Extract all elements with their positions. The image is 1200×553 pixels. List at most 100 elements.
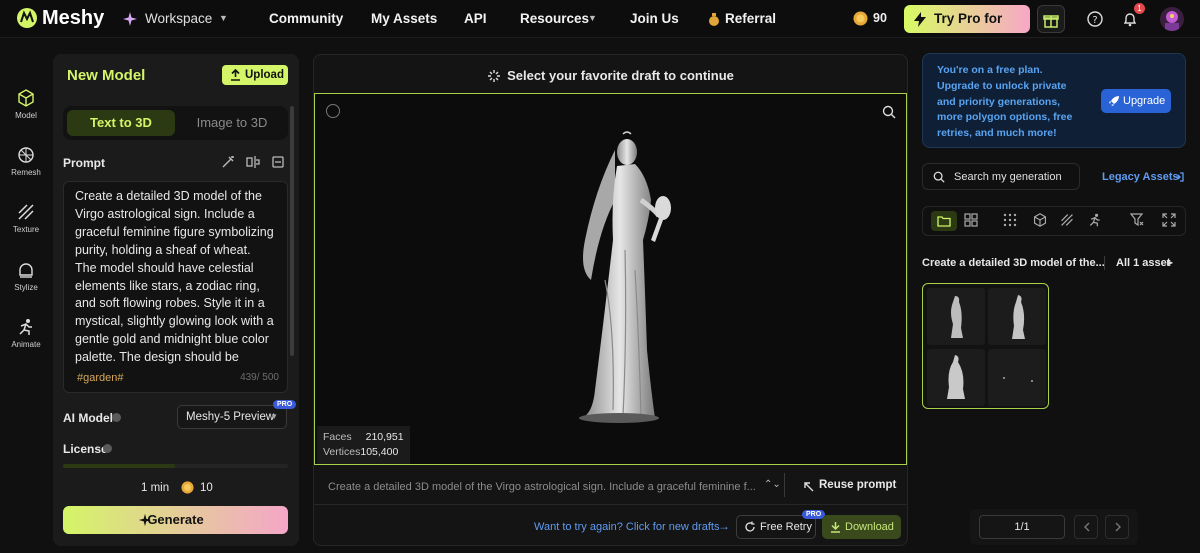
info-icon[interactable] (103, 444, 112, 453)
chevron-down-icon: ▼ (270, 412, 278, 421)
page-indicator[interactable]: 1/1 (979, 515, 1065, 539)
draft-thumbnails[interactable] (922, 283, 1049, 409)
draft-viewer-panel: Select your favorite draft to continue F… (313, 54, 908, 546)
animate-icon[interactable] (1088, 213, 1106, 231)
workspace-sparkle-icon (122, 11, 138, 27)
texture-icon[interactable] (1060, 213, 1078, 231)
draft-thumbnail[interactable] (927, 349, 985, 406)
nav-referral[interactable]: Referral (725, 11, 776, 26)
license-label: License (63, 442, 108, 456)
app-name[interactable]: Meshy (42, 7, 104, 30)
select-draft-hint: Select your favorite draft to continue (314, 68, 907, 83)
generation-cost: 10 (200, 482, 213, 494)
divider (784, 473, 785, 497)
upload-label: Upload (245, 69, 284, 81)
divider (1104, 256, 1105, 270)
next-page-button[interactable] (1105, 515, 1129, 539)
model-viewport[interactable]: Faces 210,951 Vertices105,400 (314, 93, 907, 465)
prompt-hashtag[interactable]: #garden# (77, 372, 124, 384)
try-pro-button[interactable]: Try Pro for Free (904, 5, 1030, 54)
pagination: 1/1 (970, 509, 1138, 545)
split-view-icon[interactable] (246, 155, 260, 169)
download-label: Download (845, 521, 894, 533)
nav-resources[interactable]: Resources (520, 11, 589, 26)
credits-count[interactable]: 90 (873, 11, 887, 25)
mode-tabs: Text to 3D Image to 3D (63, 106, 288, 140)
help-icon[interactable]: ? (1081, 5, 1109, 33)
rail-remesh[interactable]: Remesh (0, 146, 52, 177)
rail-animate[interactable]: Animate (0, 318, 52, 349)
upload-button[interactable]: Upload (222, 65, 288, 85)
search-input[interactable]: Search my generation (922, 163, 1080, 190)
asset-count[interactable]: All 1 asset (1116, 257, 1170, 269)
rail-model[interactable]: Model (0, 89, 52, 120)
nav-api[interactable]: API (464, 11, 487, 26)
prompt-textarea[interactable]: Create a detailed 3D model of the Virgo … (63, 181, 288, 393)
credit-coin-icon (853, 11, 868, 26)
select-draft-radio[interactable] (326, 104, 340, 118)
panel-scrollbar[interactable] (290, 106, 294, 356)
upgrade-button[interactable]: Upgrade (1101, 89, 1171, 113)
gift-icon[interactable] (1037, 5, 1065, 33)
rocket-icon (1109, 96, 1119, 106)
arrow-right-icon[interactable]: → (718, 519, 730, 533)
generation-title[interactable]: Create a detailed 3D model of the... (922, 257, 1105, 269)
rail-stylize[interactable]: Stylize (0, 261, 52, 292)
top-nav: Meshy Workspace ▼ Community My Assets AP… (0, 0, 1200, 54)
folder-icon[interactable] (931, 211, 957, 231)
generate-button[interactable]: Generate (63, 506, 288, 534)
grid-icon[interactable] (964, 213, 982, 231)
ai-model-label: AI Model (63, 411, 113, 425)
prompt-text[interactable]: Create a detailed 3D model of the Virgo … (75, 188, 275, 366)
magic-wand-icon[interactable] (221, 155, 235, 169)
sparkle-icon (138, 513, 152, 527)
license-options[interactable] (63, 464, 288, 468)
legacy-assets-link[interactable]: Legacy Assets (1102, 171, 1179, 183)
lightning-icon (914, 12, 926, 27)
nav-community[interactable]: Community (269, 11, 343, 26)
tab-image-to-3d[interactable]: Image to 3D (180, 110, 284, 136)
rail-label: Animate (11, 340, 41, 349)
avatar[interactable] (1160, 7, 1184, 31)
exit-arrow-icon[interactable] (1173, 171, 1185, 183)
new-model-panel: New Model Upload Text to 3D Image to 3D … (53, 54, 299, 546)
draft-thumbnail[interactable] (927, 288, 985, 345)
try-pro-label: Try Pro for Free (934, 11, 1003, 54)
generation-time: 1 min (141, 482, 170, 494)
reuse-prompt-button[interactable]: Reuse prompt (819, 479, 896, 491)
prompt-label: Prompt (63, 156, 105, 170)
retry-icon (745, 521, 755, 532)
fullscreen-icon[interactable] (1162, 213, 1180, 231)
rail-label: Remesh (11, 168, 41, 177)
download-button[interactable]: Download (822, 515, 901, 539)
faces-label: Faces (323, 431, 352, 443)
vertices-value: 105,400 (360, 446, 399, 458)
dots-grid-icon[interactable] (1003, 213, 1021, 231)
draft-thumbnail[interactable] (988, 349, 1046, 406)
zoom-icon[interactable] (882, 105, 896, 119)
pro-badge: PRO (273, 400, 297, 409)
chevron-right-icon[interactable]: ▶ (1167, 258, 1173, 267)
arrow-up-left-icon (804, 482, 814, 492)
chevron-down-icon[interactable]: ▼ (219, 13, 228, 23)
tab-text-to-3d[interactable]: Text to 3D (67, 110, 175, 136)
texture-icon (18, 204, 34, 220)
notes-icon[interactable] (271, 155, 285, 169)
faces-value: 210,951 (365, 431, 404, 443)
try-again-link[interactable]: Want to try again? Click for new drafts (534, 521, 719, 533)
meshy-logo-icon[interactable] (16, 7, 38, 29)
nav-workspace[interactable]: Workspace (145, 11, 212, 26)
generate-label: Generate (147, 512, 204, 527)
info-icon[interactable] (112, 413, 121, 422)
nav-my-assets[interactable]: My Assets (371, 11, 437, 26)
nav-join-us[interactable]: Join Us (630, 11, 679, 26)
ai-model-select[interactable]: Meshy-5 Preview ▼ (177, 405, 287, 429)
chevron-down-icon[interactable]: ▼ (588, 13, 597, 23)
cube-icon[interactable] (1033, 213, 1051, 231)
cube-icon (18, 89, 34, 107)
expand-chevron-icon[interactable]: ⌃⌄ (764, 479, 781, 490)
rail-texture[interactable]: Texture (0, 203, 52, 234)
draft-thumbnail[interactable] (988, 288, 1046, 345)
prev-page-button[interactable] (1074, 515, 1098, 539)
filter-clear-icon[interactable] (1130, 213, 1148, 231)
